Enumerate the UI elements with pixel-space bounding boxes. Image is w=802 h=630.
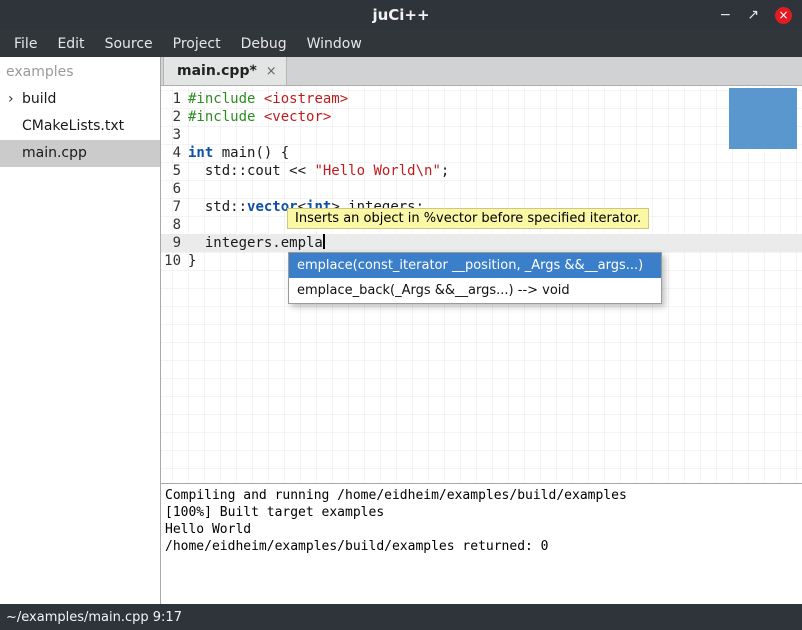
menu-item-edit[interactable]: Edit <box>47 36 94 52</box>
editor-area[interactable]: 1#include <iostream>2#include <vector>34… <box>161 86 802 483</box>
text-cursor <box>323 234 325 249</box>
console-output: Compiling and running /home/eidheim/exam… <box>161 483 802 604</box>
line-number: 9 <box>161 234 188 252</box>
console-line: Compiling and running /home/eidheim/exam… <box>165 487 798 504</box>
tab-close-icon[interactable]: × <box>266 64 277 79</box>
console-line: [100%] Built target examples <box>165 504 798 521</box>
file-label: main.cpp <box>22 145 87 161</box>
file-label: build <box>22 91 56 107</box>
code-line-4: 4int main() { <box>161 144 802 162</box>
code-line-5: 5 std::cout << "Hello World\n"; <box>161 162 802 180</box>
menu-bar: FileEditSourceProjectDebugWindow <box>0 30 802 57</box>
code-text: #include <vector> <box>188 108 331 126</box>
minimize-button[interactable]: − <box>720 8 732 22</box>
doc-tooltip: Inserts an object in %vector before spec… <box>287 208 649 229</box>
line-number: 10 <box>161 252 188 270</box>
code-line-9: 9 integers.empla <box>161 234 802 252</box>
menu-item-file[interactable]: File <box>4 36 47 52</box>
code-text: } <box>188 252 196 270</box>
code-text: integers.empla <box>188 234 325 252</box>
app-window: juCi++ − ↗ × FileEditSourceProjectDebugW… <box>0 0 802 630</box>
tab-bar: main.cpp* × <box>161 57 802 86</box>
autocomplete-item-0[interactable]: emplace(const_iterator __position, _Args… <box>289 253 661 278</box>
file-tree: › build CMakeLists.txt main.cpp <box>0 86 160 167</box>
line-number: 1 <box>161 90 188 108</box>
line-number: 8 <box>161 216 188 234</box>
sidebar-item-main-cpp[interactable]: main.cpp <box>0 140 160 167</box>
window-title: juCi++ <box>372 6 429 24</box>
code-line-2: 2#include <vector> <box>161 108 802 126</box>
chevron-right-icon: › <box>8 86 14 113</box>
code-text: #include <iostream> <box>188 90 348 108</box>
title-bar: juCi++ − ↗ × <box>0 0 802 30</box>
menu-item-project[interactable]: Project <box>163 36 231 52</box>
maximize-button[interactable]: ↗ <box>747 8 759 22</box>
status-file-position: ~/examples/main.cpp 9:17 <box>6 610 182 625</box>
menu-item-window[interactable]: Window <box>297 36 372 52</box>
tab-label: main.cpp* <box>177 63 257 79</box>
project-name-label: examples <box>0 57 160 86</box>
status-bar: ~/examples/main.cpp 9:17 <box>0 604 802 630</box>
line-number: 5 <box>161 162 188 180</box>
code-line-3: 3 <box>161 126 802 144</box>
menu-item-source[interactable]: Source <box>95 36 163 52</box>
sidebar: examples › build CMakeLists.txt main.cpp <box>0 57 161 604</box>
autocomplete-popup: emplace(const_iterator __position, _Args… <box>288 252 662 304</box>
line-number: 2 <box>161 108 188 126</box>
line-number: 4 <box>161 144 188 162</box>
code-line-6: 6 <box>161 180 802 198</box>
close-button[interactable]: × <box>775 7 792 24</box>
line-number: 7 <box>161 198 188 216</box>
tab-main-cpp[interactable]: main.cpp* × <box>163 57 287 85</box>
scrollbar-thumb[interactable] <box>729 88 797 149</box>
code-line-1: 1#include <iostream> <box>161 90 802 108</box>
code-text: std::cout << "Hello World\n"; <box>188 162 449 180</box>
editor-lines: 1#include <iostream>2#include <vector>34… <box>161 86 802 270</box>
code-text: int main() { <box>188 144 289 162</box>
autocomplete-item-1[interactable]: emplace_back(_Args &&__args...) --> void <box>289 278 661 303</box>
sidebar-item-build[interactable]: › build <box>0 86 160 113</box>
menu-item-debug[interactable]: Debug <box>231 36 297 52</box>
console-line: /home/eidheim/examples/build/examples re… <box>165 538 798 555</box>
line-number: 3 <box>161 126 188 144</box>
console-line: Hello World <box>165 521 798 538</box>
window-controls: − ↗ × <box>720 0 792 30</box>
file-label: CMakeLists.txt <box>22 118 124 134</box>
line-number: 6 <box>161 180 188 198</box>
sidebar-item-cmakelists-txt[interactable]: CMakeLists.txt <box>0 113 160 140</box>
